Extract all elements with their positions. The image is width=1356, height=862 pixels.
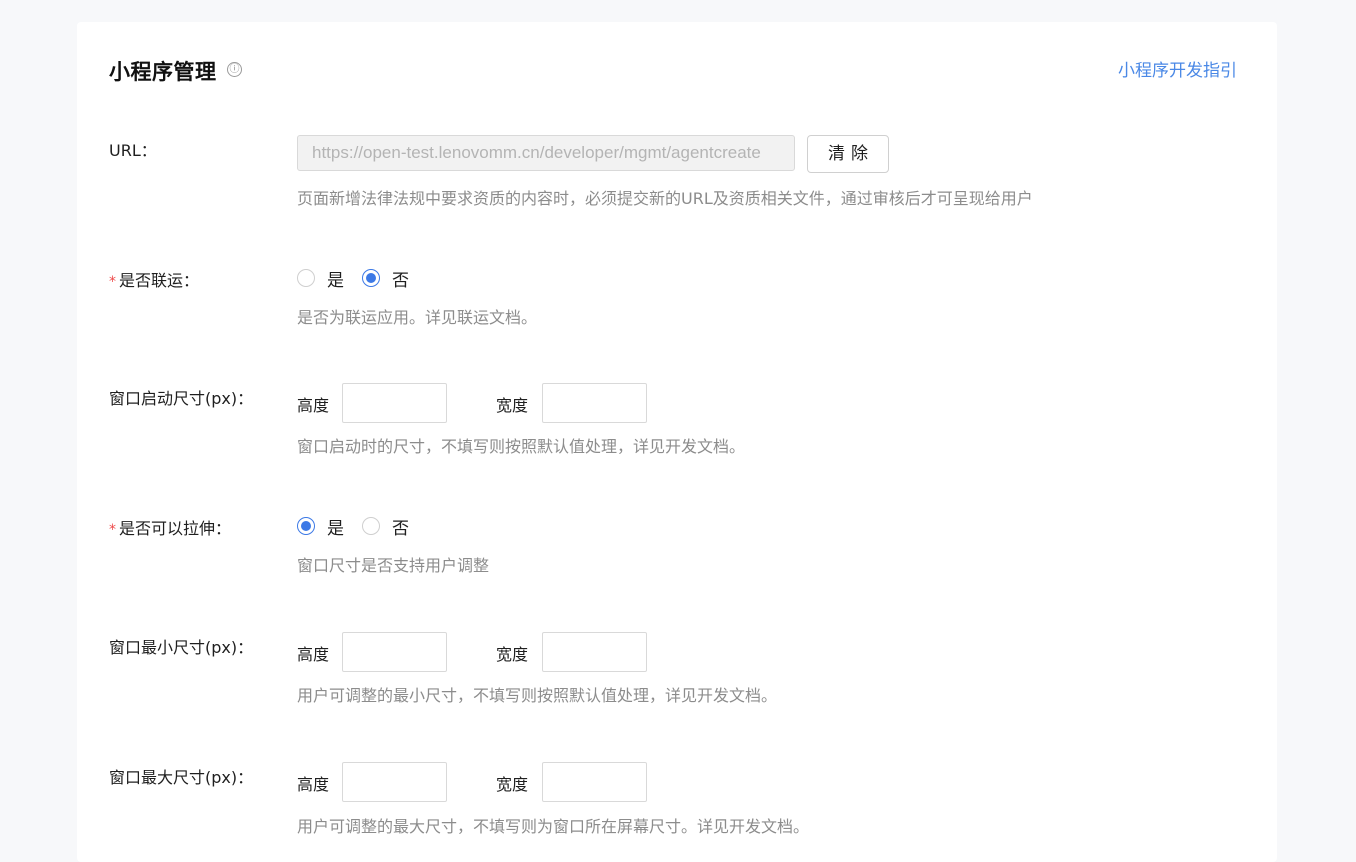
launch-size-inputs: 高度 宽度 — [297, 383, 657, 423]
url-label: URL： — [109, 141, 157, 160]
required-mark: * — [109, 274, 116, 290]
joint-operation-yes-radio[interactable]: 是 — [297, 266, 344, 291]
min-size-label: 窗口最小尺寸(px)： — [109, 638, 254, 657]
dev-guide-link[interactable]: 小程序开发指引 — [1118, 56, 1237, 81]
height-label: 高度 — [297, 396, 330, 415]
joint-operation-no-radio[interactable]: 否 — [362, 266, 409, 291]
url-input[interactable]: https://open-test.lenovomm.cn/developer/… — [297, 135, 795, 171]
max-size-hint: 用户可调整的最大尺寸，不填写则为窗口所在屏幕尺寸。详见开发文档。 — [297, 817, 810, 836]
width-label: 宽度 — [496, 396, 529, 415]
radio-label: 否 — [392, 270, 409, 291]
radio-label: 是 — [327, 518, 344, 539]
required-mark: * — [109, 522, 116, 538]
min-size-hint: 用户可调整的最小尺寸，不填写则按照默认值处理，详见开发文档。 — [297, 686, 778, 705]
joint-operation-radio-group: 是 否 — [297, 266, 427, 291]
info-icon[interactable]: ⓘ — [227, 62, 242, 77]
resizable-label-text: 是否可以拉伸： — [119, 519, 232, 538]
launch-height-input[interactable] — [342, 383, 447, 423]
width-label: 宽度 — [496, 775, 529, 794]
mini-program-management-card: 小程序管理 ⓘ 小程序开发指引 URL： https://open-test.l… — [77, 22, 1277, 862]
radio-unchecked-icon[interactable] — [362, 517, 380, 535]
radio-label: 否 — [392, 518, 409, 539]
clear-button[interactable]: 清除 — [807, 135, 889, 173]
max-size-inputs: 高度 宽度 — [297, 762, 657, 802]
resizable-no-radio[interactable]: 否 — [362, 514, 409, 539]
page-title: 小程序管理 — [109, 60, 217, 84]
resizable-hint: 窗口尺寸是否支持用户调整 — [297, 556, 490, 575]
min-height-input[interactable] — [342, 632, 447, 672]
min-size-inputs: 高度 宽度 — [297, 632, 657, 672]
launch-width-input[interactable] — [542, 383, 647, 423]
launch-size-label: 窗口启动尺寸(px)： — [109, 389, 254, 408]
joint-operation-hint: 是否为联运应用。详见联运文档。 — [297, 308, 538, 327]
width-label: 宽度 — [496, 645, 529, 664]
height-label: 高度 — [297, 775, 330, 794]
radio-unchecked-icon[interactable] — [297, 269, 315, 287]
max-width-input[interactable] — [542, 762, 647, 802]
launch-size-hint: 窗口启动时的尺寸，不填写则按照默认值处理，详见开发文档。 — [297, 437, 746, 456]
radio-label: 是 — [327, 270, 344, 291]
joint-operation-label-text: 是否联运： — [119, 271, 200, 290]
url-hint: 页面新增法律法规中要求资质的内容时，必须提交新的URL及资质相关文件，通过审核后… — [297, 189, 1033, 208]
max-height-input[interactable] — [342, 762, 447, 802]
joint-operation-label: * 是否联运： — [109, 267, 199, 291]
min-width-input[interactable] — [542, 632, 647, 672]
resizable-yes-radio[interactable]: 是 — [297, 514, 344, 539]
max-size-label: 窗口最大尺寸(px)： — [109, 768, 254, 787]
radio-checked-icon[interactable] — [362, 269, 380, 287]
radio-checked-icon[interactable] — [297, 517, 315, 535]
resizable-radio-group: 是 否 — [297, 514, 427, 539]
height-label: 高度 — [297, 645, 330, 664]
resizable-label: * 是否可以拉伸： — [109, 515, 231, 539]
